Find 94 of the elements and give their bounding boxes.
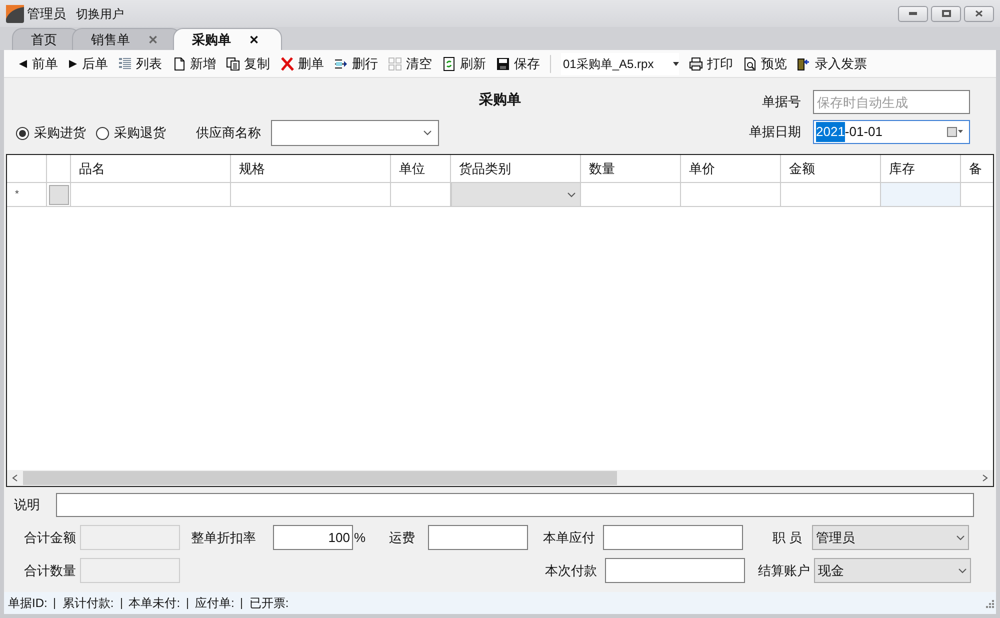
tab-label: 销售单 [91, 30, 130, 49]
account-dropdown[interactable]: 现金 [814, 558, 971, 583]
horizontal-scrollbar[interactable] [7, 470, 993, 486]
column-header[interactable]: 品名 [71, 155, 231, 182]
discount-label: 整单折扣率 [191, 528, 257, 547]
status-item: 单据ID: [8, 595, 48, 612]
column-header[interactable]: 货品类别 [451, 155, 581, 182]
tab[interactable]: 采购单 ✕ [173, 28, 282, 50]
payable-field[interactable] [603, 525, 743, 550]
resize-grip-icon[interactable] [985, 598, 994, 608]
supplier-label: 供应商名称 [196, 124, 261, 142]
form-title: 采购单 [479, 90, 521, 108]
delete-icon [280, 56, 294, 70]
left-triangle-icon [18, 58, 28, 68]
discount-field[interactable]: 100 [273, 525, 353, 550]
close-icon [975, 10, 983, 17]
column-header[interactable]: 金额 [781, 155, 881, 182]
grid-icon [388, 56, 402, 70]
date-field[interactable]: 2021-01-01 [813, 120, 970, 144]
column-header[interactable]: 规格 [231, 155, 391, 182]
freight-field[interactable] [428, 525, 528, 550]
tab-label: 首页 [31, 30, 57, 49]
toolbar-button[interactable]: 前单 [18, 54, 58, 74]
doc-number-label: 单据号 [762, 93, 801, 112]
toolbar-button[interactable]: 清空 [388, 54, 432, 74]
copy-icon [226, 56, 240, 70]
tab-label: 采购单 [192, 30, 231, 49]
toolbar-button[interactable]: 后单 [68, 54, 108, 74]
refresh-icon [442, 56, 456, 70]
toolbar-button[interactable]: 删单 [280, 54, 324, 74]
printer-icon [689, 56, 703, 70]
total-quantity-label: 合计数量 [23, 562, 77, 580]
magnifier-document-icon [743, 56, 757, 70]
column-header[interactable]: 数量 [581, 155, 681, 182]
switch-user-link[interactable]: 切换用户 [76, 4, 124, 22]
toolbar-button[interactable]: 刷新 [442, 54, 486, 74]
freight-label: 运费 [389, 528, 416, 547]
toolbar-button[interactable]: 删行 [334, 54, 378, 74]
dropdown-arrow-icon [673, 62, 679, 66]
list-icon [118, 56, 132, 70]
payment-label: 本次付款 [544, 562, 598, 580]
door-arrow-icon [797, 56, 811, 70]
minimize-button[interactable] [898, 6, 928, 22]
toolbar-button[interactable]: 复制 [226, 54, 270, 74]
close-button[interactable] [964, 6, 994, 22]
payment-field[interactable] [605, 558, 745, 583]
scrollbar-thumb[interactable] [23, 471, 617, 485]
calendar-icon [947, 127, 963, 137]
column-header[interactable]: 单价 [681, 155, 781, 182]
toolbar-button[interactable]: 新增 [172, 54, 216, 74]
staff-dropdown[interactable]: 管理员 [812, 525, 969, 550]
chevron-down-icon [567, 192, 576, 198]
status-item: 累计付款: [62, 595, 114, 612]
payable-label: 本单应付 [542, 528, 596, 547]
radio-option[interactable]: 采购进货 [16, 123, 86, 143]
doc-number-field[interactable]: 保存时自动生成 [813, 90, 970, 114]
doc-date-label: 单据日期 [749, 123, 801, 142]
minimize-icon [909, 12, 917, 15]
radio-button[interactable] [96, 126, 109, 140]
new-row-marker: * [15, 188, 19, 202]
toolbar-button[interactable]: 录入发票 [797, 54, 867, 74]
toolbar-button[interactable]: 列表 [118, 54, 162, 74]
radio-option[interactable]: 采购退货 [96, 123, 166, 143]
chevron-down-icon [423, 130, 432, 136]
percent-sign: % [353, 528, 367, 547]
total-amount-label: 合计金额 [23, 528, 77, 547]
toolbar-button[interactable]: 保存 [496, 54, 540, 74]
status-item: 已开票: [249, 595, 289, 612]
tab-close-button[interactable]: ✕ [249, 30, 259, 48]
staff-label: 职 员 [771, 528, 803, 547]
note-label: 说明 [13, 496, 41, 514]
right-triangle-icon [68, 58, 78, 68]
column-header[interactable]: 单位 [391, 155, 451, 182]
user-name: 管理员 [27, 4, 66, 23]
column-header[interactable]: 备 [961, 155, 993, 182]
document-icon [172, 56, 186, 70]
chevron-down-icon [958, 568, 967, 574]
maximize-icon [942, 10, 950, 17]
radio-button[interactable] [16, 126, 29, 140]
toolbar-button[interactable]: 预览 [743, 54, 787, 74]
column-header[interactable]: 库存 [881, 155, 961, 182]
toolbar-button[interactable]: 打印 [689, 54, 733, 74]
supplier-dropdown[interactable] [271, 120, 439, 146]
note-field[interactable] [56, 493, 974, 517]
row-arrow-icon [334, 56, 348, 70]
chevron-down-icon [956, 534, 965, 540]
account-label: 结算账户 [757, 562, 811, 580]
status-item: 本单未付: [128, 595, 180, 612]
maximize-button[interactable] [931, 6, 961, 22]
row-checkbox[interactable] [48, 184, 68, 204]
category-combo-cell[interactable] [451, 183, 581, 206]
template-dropdown[interactable]: 01采购单_A5.rpx [561, 52, 679, 74]
app-logo-icon [6, 4, 24, 22]
status-item: 应付单: [195, 595, 234, 612]
